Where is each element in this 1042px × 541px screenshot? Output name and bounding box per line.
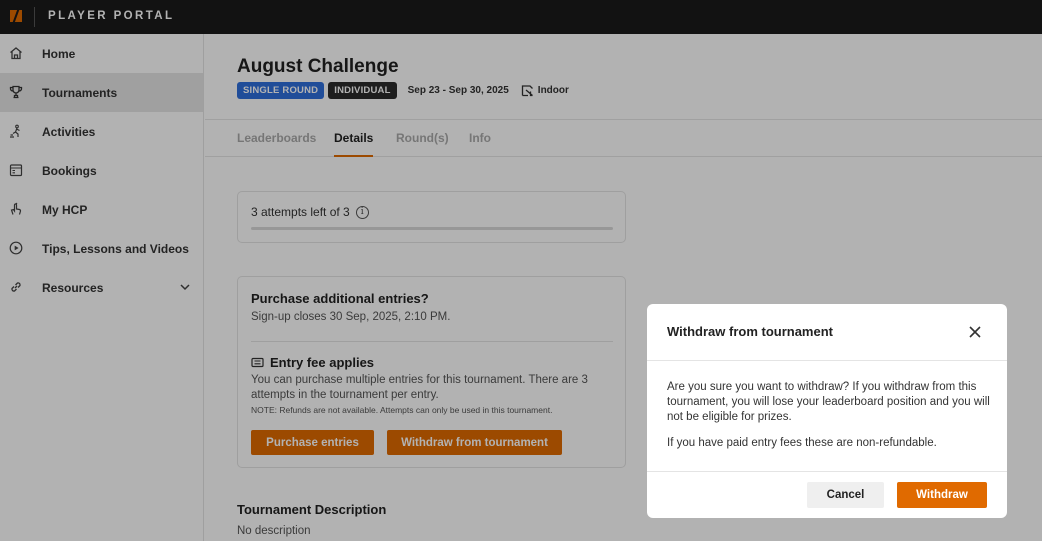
withdraw-dialog: Withdraw from tournament Are you sure yo… [647,304,1007,518]
withdraw-button[interactable]: Withdraw [897,482,987,508]
close-icon[interactable] [967,324,983,340]
dialog-refund-message: If you have paid entry fees these are no… [667,437,937,449]
cancel-button[interactable]: Cancel [807,482,884,508]
dialog-divider-bottom [647,471,1007,472]
dialog-title: Withdraw from tournament [667,324,833,339]
dialog-message: Are you sure you want to withdraw? If yo… [667,381,990,423]
dialog-divider-top [647,360,1007,361]
